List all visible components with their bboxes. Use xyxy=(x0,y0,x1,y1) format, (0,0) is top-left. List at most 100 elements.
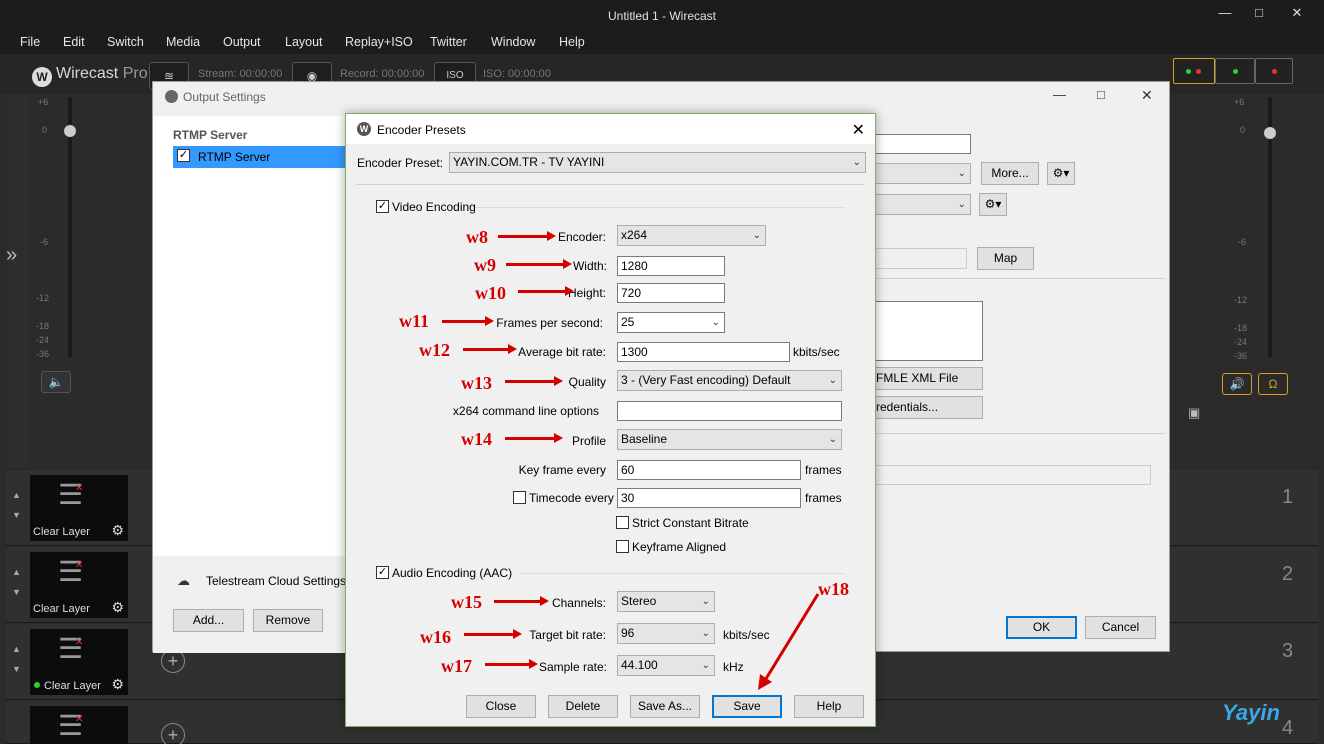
menu-replay-iso[interactable]: Replay+ISO xyxy=(345,35,413,49)
close-icon[interactable]: ✕ xyxy=(852,120,865,140)
annotation-w13: w13 xyxy=(461,373,492,393)
credentials-button[interactable]: redentials... xyxy=(873,396,983,419)
menu-output[interactable]: Output xyxy=(223,35,261,49)
stream-time: Stream: 00:00:00 xyxy=(198,68,283,80)
empty-x-icon: ✕ xyxy=(75,714,84,725)
status-lamp-preview[interactable] xyxy=(1173,58,1215,84)
help-button[interactable]: Help xyxy=(794,695,864,718)
timecode-input[interactable]: 30 xyxy=(617,488,801,508)
maximize-button[interactable]: □ xyxy=(1244,4,1274,24)
settings-field[interactable] xyxy=(873,248,967,269)
target-bitrate-select[interactable]: 96 ⌄ xyxy=(617,623,715,644)
cancel-button[interactable]: Cancel xyxy=(1085,616,1156,639)
bitrate-input[interactable]: 1300 xyxy=(617,342,790,362)
volume-slider-knob[interactable] xyxy=(64,125,76,137)
cmd-options-label: x264 command line options xyxy=(452,404,599,418)
layer-up-down-icon[interactable]: ▲ ▼ xyxy=(12,644,21,674)
sample-rate-unit: kHz xyxy=(723,660,744,674)
settings-combo[interactable]: ⌄ xyxy=(873,194,971,215)
layer-up-down-icon[interactable]: ▲ ▼ xyxy=(12,567,21,597)
settings-field[interactable] xyxy=(873,465,1151,485)
gear-icon[interactable]: ⚙ xyxy=(111,599,124,616)
expand-chevron-icon[interactable]: » xyxy=(6,244,17,267)
width-input[interactable]: 1280 xyxy=(617,256,725,276)
remove-button[interactable]: Remove xyxy=(253,609,323,632)
gear-icon[interactable]: ⚙ xyxy=(111,522,124,539)
fmle-xml-button[interactable]: FMLE XML File xyxy=(873,367,983,390)
fps-select[interactable]: 25 ⌄ xyxy=(617,312,725,333)
cloud-settings-link[interactable]: Telestream Cloud Settings xyxy=(206,574,346,588)
menu-help[interactable]: Help xyxy=(559,35,585,49)
menu-switch[interactable]: Switch xyxy=(107,35,144,49)
menu-layout[interactable]: Layout xyxy=(285,35,323,49)
height-input[interactable]: 720 xyxy=(617,283,725,303)
more-button[interactable]: More... xyxy=(981,162,1039,185)
settings-combo[interactable]: ⌄ xyxy=(873,163,971,184)
delete-button[interactable]: Delete xyxy=(548,695,618,718)
gear-icon[interactable]: ⚙ xyxy=(111,676,124,693)
settings-field[interactable] xyxy=(873,134,971,154)
settings-textarea[interactable] xyxy=(873,301,983,361)
gear-menu-button[interactable]: ⚙▾ xyxy=(1047,162,1075,185)
quality-select[interactable]: 3 - (Very Fast encoding) Default ⌄ xyxy=(617,370,842,391)
volume-slider-knob[interactable] xyxy=(1264,127,1276,139)
close-button[interactable]: ✕ xyxy=(1282,4,1312,24)
timecode-checkbox[interactable] xyxy=(513,491,526,504)
save-as-button[interactable]: Save As... xyxy=(630,695,700,718)
keyframe-aligned-label: Keyframe Aligned xyxy=(632,540,727,554)
menu-window[interactable]: Window xyxy=(491,35,535,49)
annotation-w14: w14 xyxy=(461,429,492,449)
annotation-w16: w16 xyxy=(420,627,451,647)
monitor-icon[interactable]: ▣ xyxy=(1188,405,1200,421)
sample-rate-select[interactable]: 44.100 ⌄ xyxy=(617,655,715,676)
channels-select[interactable]: Stereo ⌄ xyxy=(617,591,715,612)
menu-edit[interactable]: Edit xyxy=(63,35,85,49)
audio-encoding-checkbox[interactable]: ✓ xyxy=(376,566,389,579)
menu-media[interactable]: Media xyxy=(166,35,200,49)
close-button[interactable]: ✕ xyxy=(1141,87,1153,104)
scale-label: -36 xyxy=(1234,351,1248,361)
ok-button[interactable]: OK xyxy=(1006,616,1077,639)
menu-twitter[interactable]: Twitter xyxy=(430,35,467,49)
list-item-rtmp[interactable]: ✓ RTMP Server xyxy=(173,146,353,168)
close-button[interactable]: Close xyxy=(466,695,536,718)
keyframe-input[interactable]: 60 xyxy=(617,460,801,480)
save-button[interactable]: Save xyxy=(712,695,782,718)
width-label: Width: xyxy=(572,259,607,273)
add-shot-icon[interactable]: + xyxy=(161,723,185,744)
map-button[interactable]: Map xyxy=(977,247,1034,270)
record-time: Record: 00:00:00 xyxy=(340,68,425,80)
minimize-button[interactable]: — xyxy=(1210,4,1240,24)
keyframe-aligned-checkbox[interactable] xyxy=(616,540,629,553)
mute-button[interactable]: 🔈 xyxy=(41,371,71,393)
layer-thumbnail[interactable]: ☰ ✕ xyxy=(30,706,128,744)
preset-select[interactable]: YAYIN.COM.TR - TV YAYINI ⌄ xyxy=(449,152,866,173)
scale-label: +6 xyxy=(38,97,49,107)
speaker-button[interactable]: 🔊 xyxy=(1222,373,1252,395)
output-settings-title: Output Settings xyxy=(165,90,266,104)
preset-value: YAYIN.COM.TR - TV YAYINI xyxy=(453,155,605,169)
profile-select[interactable]: Baseline ⌄ xyxy=(617,429,842,450)
layer-number: 4 xyxy=(1282,717,1294,739)
strict-cbr-checkbox[interactable] xyxy=(616,516,629,529)
maximize-button[interactable]: □ xyxy=(1097,87,1105,102)
layer-thumbnail[interactable]: ☰ ✕ Clear Layer ⚙ xyxy=(30,552,128,618)
encoder-select[interactable]: x264 ⌄ xyxy=(617,225,766,246)
status-lamp-record[interactable] xyxy=(1255,58,1293,84)
video-encoding-checkbox[interactable]: ✓ xyxy=(376,200,389,213)
rtmp-checkbox[interactable]: ✓ xyxy=(177,149,190,162)
annotation-arrow-diagonal xyxy=(758,593,820,690)
minimize-button[interactable]: — xyxy=(1053,87,1066,102)
cmd-options-input[interactable] xyxy=(617,401,842,421)
menu-file[interactable]: File xyxy=(20,35,40,49)
add-button[interactable]: Add... xyxy=(173,609,244,632)
list-header: RTMP Server xyxy=(173,128,248,142)
chevron-down-icon: ⌄ xyxy=(701,628,710,639)
gear-menu-button[interactable]: ⚙▾ xyxy=(979,193,1007,216)
layer-thumbnail[interactable]: ☰ ✕ Clear Layer ⚙ xyxy=(30,629,128,695)
headphones-button[interactable]: Ω xyxy=(1258,373,1288,395)
status-lamp-live[interactable] xyxy=(1215,58,1255,84)
layer-up-down-icon[interactable]: ▲ ▼ xyxy=(12,490,21,520)
speaker-icon: 🔈 xyxy=(48,375,64,389)
layer-thumbnail[interactable]: ☰ ✕ Clear Layer ⚙ xyxy=(30,475,128,541)
